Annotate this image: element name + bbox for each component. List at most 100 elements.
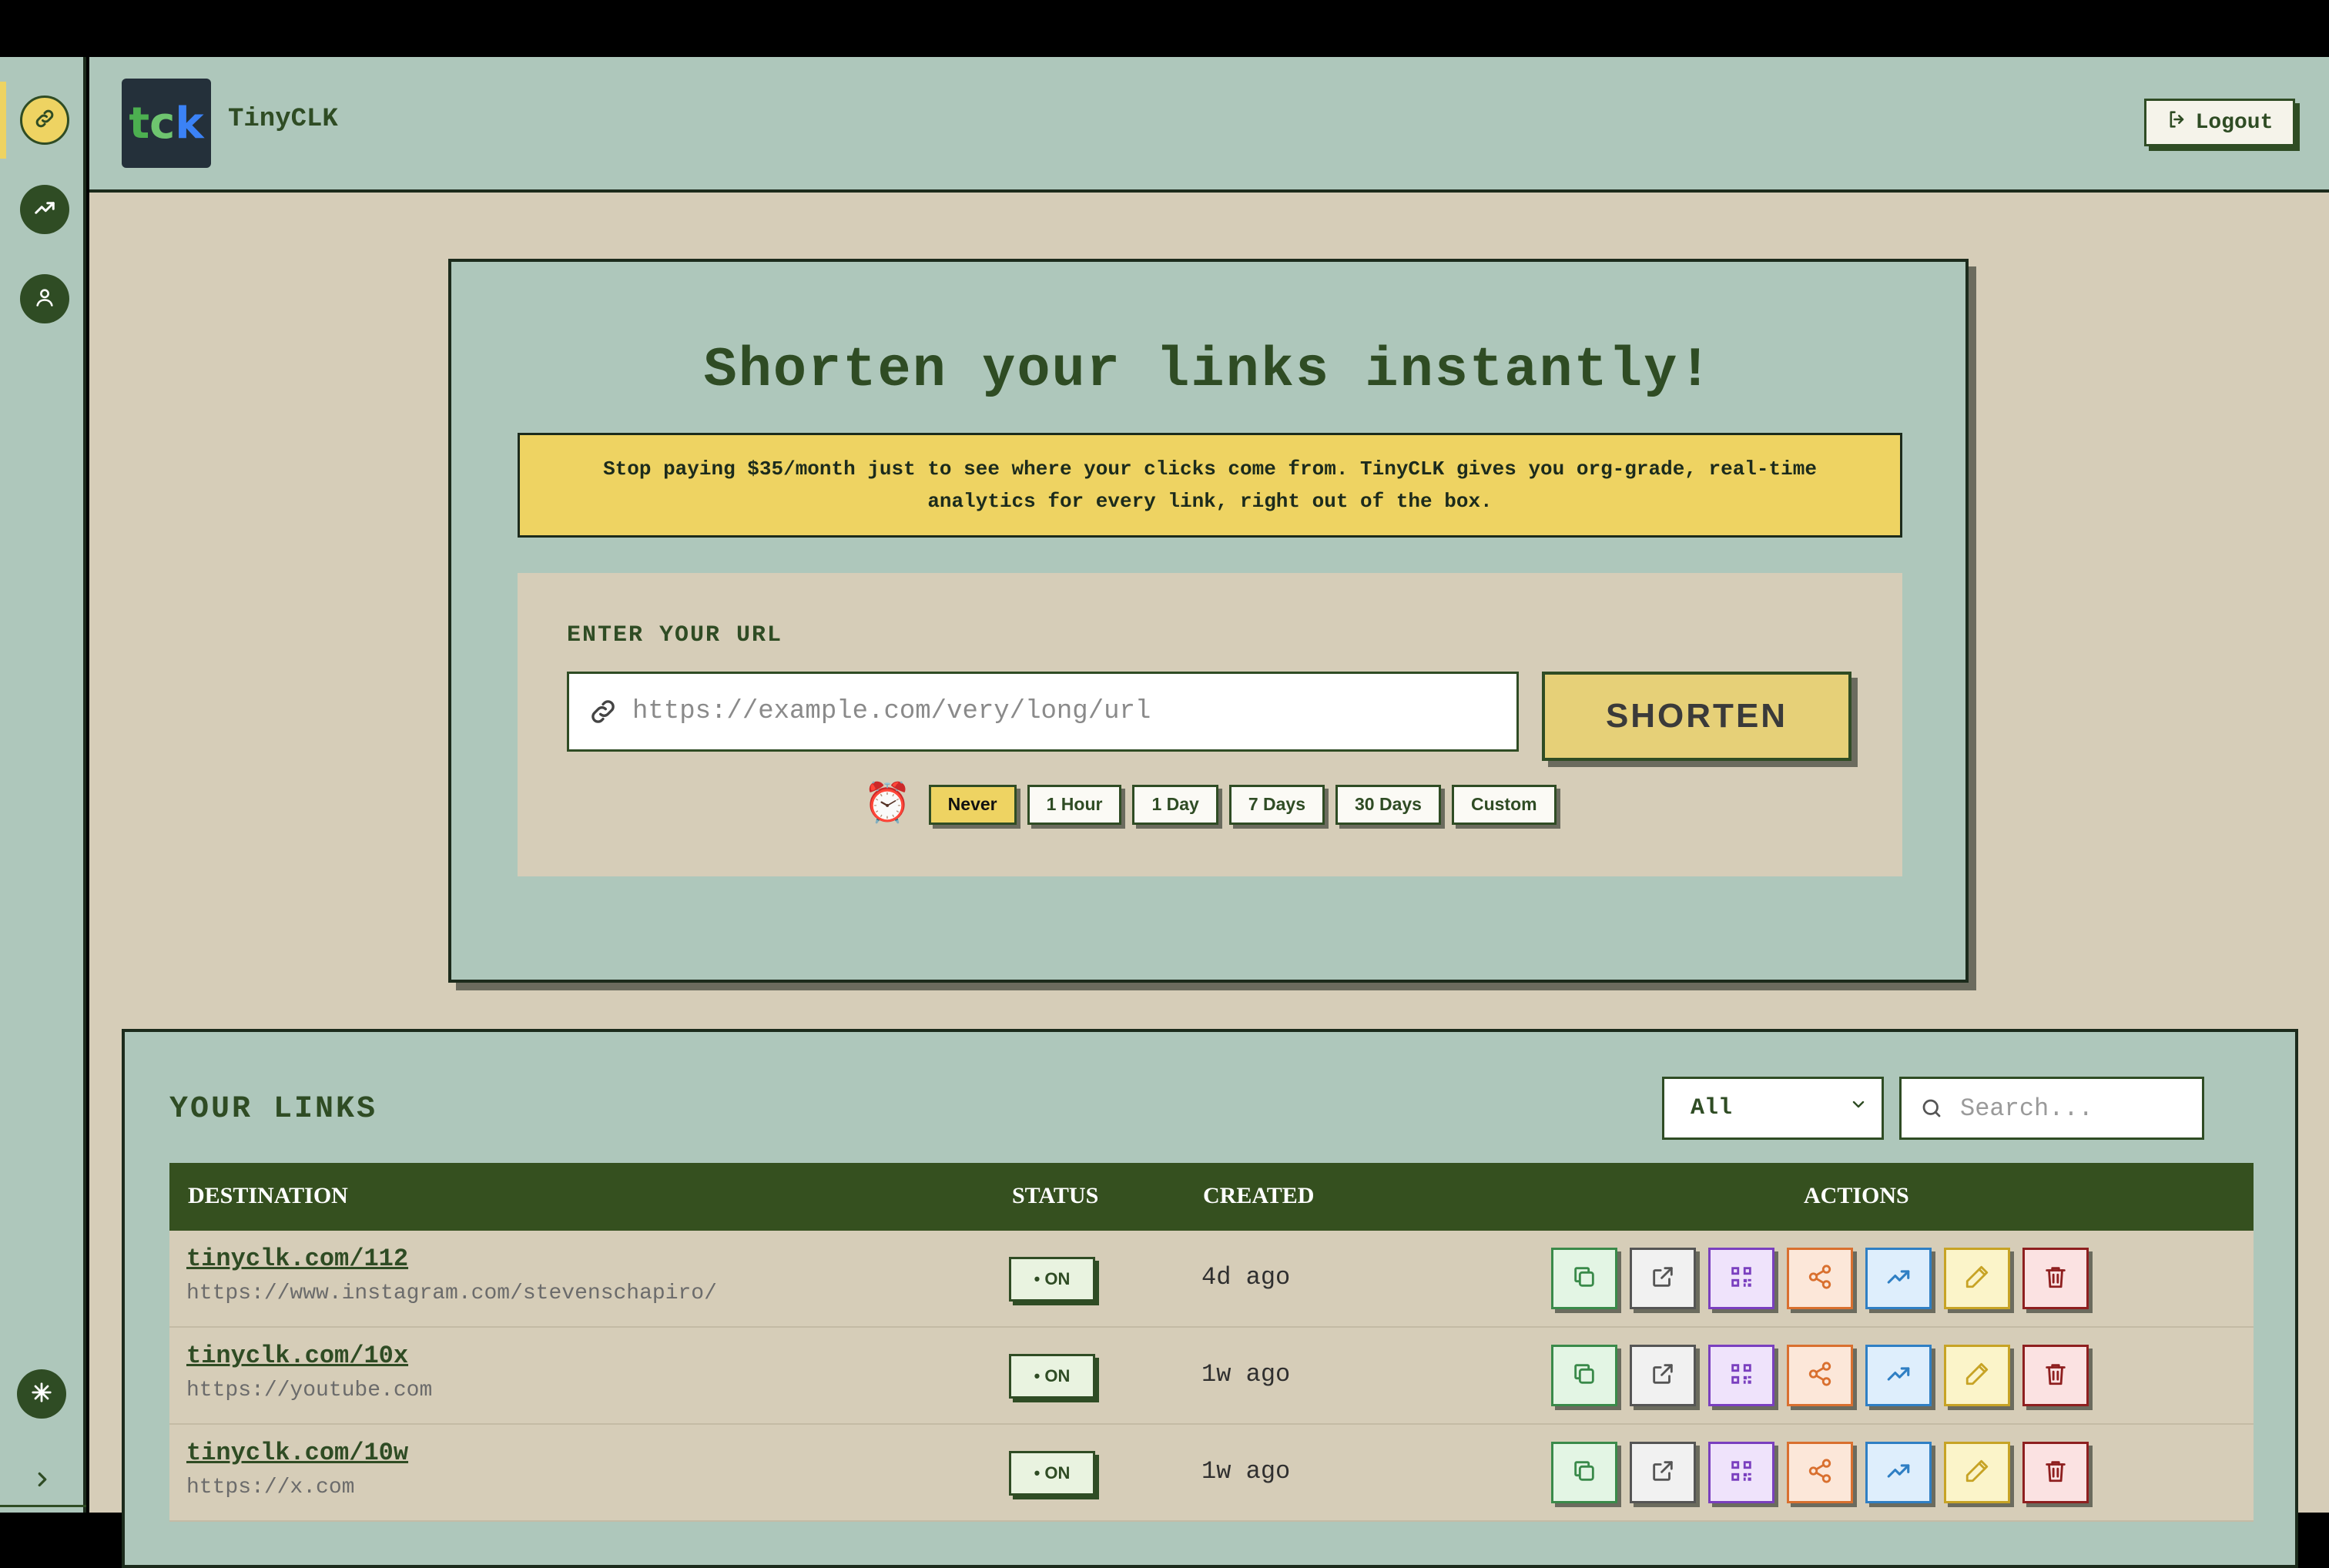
edit-button[interactable] [1944,1248,2010,1309]
hero-title: Shorten your links instantly! [703,339,1714,402]
table-row: tinyclk.com/112 https://www.instagram.co… [169,1231,2254,1328]
trend-icon [33,196,56,223]
sidebar-collapse-button[interactable] [31,1468,54,1495]
delete-button[interactable] [2022,1345,2089,1406]
table-row: tinyclk.com/10w https://x.com • ON 1w ag… [169,1425,2254,1522]
qr-code-icon [1728,1264,1754,1294]
shorten-button[interactable]: SHORTEN [1542,672,1851,761]
logout-button[interactable]: Logout [2144,99,2295,146]
open-link-button[interactable] [1630,1442,1696,1503]
chevron-down-icon [1849,1095,1868,1121]
qr-code-button[interactable] [1708,1345,1774,1406]
app-name: TinyCLK [228,105,338,134]
table-row: tinyclk.com/10x https://youtube.com • ON… [169,1328,2254,1425]
chevron-right-icon [31,1472,54,1495]
link-icon [33,107,56,134]
share-button[interactable] [1787,1442,1853,1503]
delete-button[interactable] [2022,1442,2089,1503]
analytics-button[interactable] [1865,1345,1932,1406]
sidebar-divider [0,1505,86,1507]
open-link-button[interactable] [1630,1345,1696,1406]
share-icon [1807,1264,1833,1294]
trash-icon [2042,1361,2069,1391]
search-wrapper [1899,1077,2204,1140]
destination-url: https://x.com [186,1476,355,1499]
sidebar-item-profile[interactable] [20,274,69,323]
trash-icon [2042,1458,2069,1488]
url-input[interactable] [631,696,1481,727]
expiry-custom[interactable]: Custom [1451,784,1557,825]
link-icon [588,696,622,727]
copy-button[interactable] [1551,1248,1617,1309]
status-badge[interactable]: • ON [1009,1354,1095,1399]
sidebar-item-analytics[interactable] [20,185,69,234]
logout-icon [2166,109,2188,137]
created-time: 1w ago [1201,1360,1291,1389]
status-filter-select[interactable]: All [1662,1077,1884,1140]
short-link[interactable]: tinyclk.com/10w [186,1439,408,1467]
external-link-icon [1650,1264,1676,1294]
qr-code-button[interactable] [1708,1248,1774,1309]
column-status: STATUS [1012,1183,1099,1208]
sidebar-item-theme[interactable] [17,1369,66,1419]
column-actions: ACTIONS [1804,1183,1909,1208]
user-icon [34,286,55,312]
analytics-button[interactable] [1865,1442,1932,1503]
share-button[interactable] [1787,1248,1853,1309]
copy-icon [1571,1458,1597,1488]
expiry-7-days[interactable]: 7 Days [1228,784,1325,825]
links-table-body: tinyclk.com/112 https://www.instagram.co… [169,1231,2254,1522]
destination-url: https://youtube.com [186,1379,433,1402]
expiry-1-hour[interactable]: 1 Hour [1027,784,1122,825]
share-icon [1807,1361,1833,1391]
external-link-icon [1650,1458,1676,1488]
status-badge[interactable]: • ON [1009,1257,1095,1302]
copy-button[interactable] [1551,1345,1617,1406]
trash-icon [2042,1264,2069,1294]
expiry-never[interactable]: Never [928,784,1017,825]
pencil-icon [1964,1264,1990,1294]
edit-button[interactable] [1944,1345,2010,1406]
row-actions [1551,1442,2089,1503]
edit-button[interactable] [1944,1442,2010,1503]
qr-code-icon [1728,1458,1754,1488]
trend-icon [1885,1264,1912,1294]
qr-code-button[interactable] [1708,1442,1774,1503]
row-actions [1551,1345,2089,1406]
expiry-options: ⏰ Never 1 Hour 1 Day 7 Days 30 Days Cust… [518,781,1902,828]
links-section: YOUR LINKS All DESTINATION STATUS CREATE… [122,1029,2298,1568]
destination-url: https://www.instagram.com/stevenschapiro… [186,1282,717,1305]
row-actions [1551,1248,2089,1309]
alarm-clock-icon: ⏰ [863,784,912,828]
sidebar [0,57,86,1513]
main-content: Shorten your links instantly! Stop payin… [89,193,2329,1568]
delete-button[interactable] [2022,1248,2089,1309]
search-icon [1920,1097,1943,1120]
status-badge[interactable]: • ON [1009,1451,1095,1496]
copy-icon [1571,1264,1597,1294]
search-input[interactable] [1959,1093,2193,1124]
shorten-card: Shorten your links instantly! Stop payin… [448,259,1969,983]
copy-icon [1571,1361,1597,1391]
expiry-30-days[interactable]: 30 Days [1335,784,1441,825]
trend-icon [1885,1458,1912,1488]
sidebar-item-links[interactable] [20,95,69,145]
expiry-1-day[interactable]: 1 Day [1132,784,1218,825]
table-header: DESTINATION STATUS CREATED ACTIONS [169,1163,2254,1231]
column-destination: DESTINATION [188,1183,348,1208]
external-link-icon [1650,1361,1676,1391]
copy-button[interactable] [1551,1442,1617,1503]
app-header: tck TinyCLK Logout [89,57,2329,193]
pencil-icon [1964,1361,1990,1391]
pencil-icon [1964,1458,1990,1488]
short-link[interactable]: tinyclk.com/10x [186,1342,408,1370]
analytics-button[interactable] [1865,1248,1932,1309]
qr-code-icon [1728,1361,1754,1391]
short-link[interactable]: tinyclk.com/112 [186,1245,408,1273]
open-link-button[interactable] [1630,1248,1696,1309]
column-created: CREATED [1203,1183,1315,1208]
app-logo: tck [122,79,211,168]
url-input-wrapper [567,672,1519,752]
share-button[interactable] [1787,1345,1853,1406]
promo-banner: Stop paying $35/month just to see where … [518,433,1902,538]
